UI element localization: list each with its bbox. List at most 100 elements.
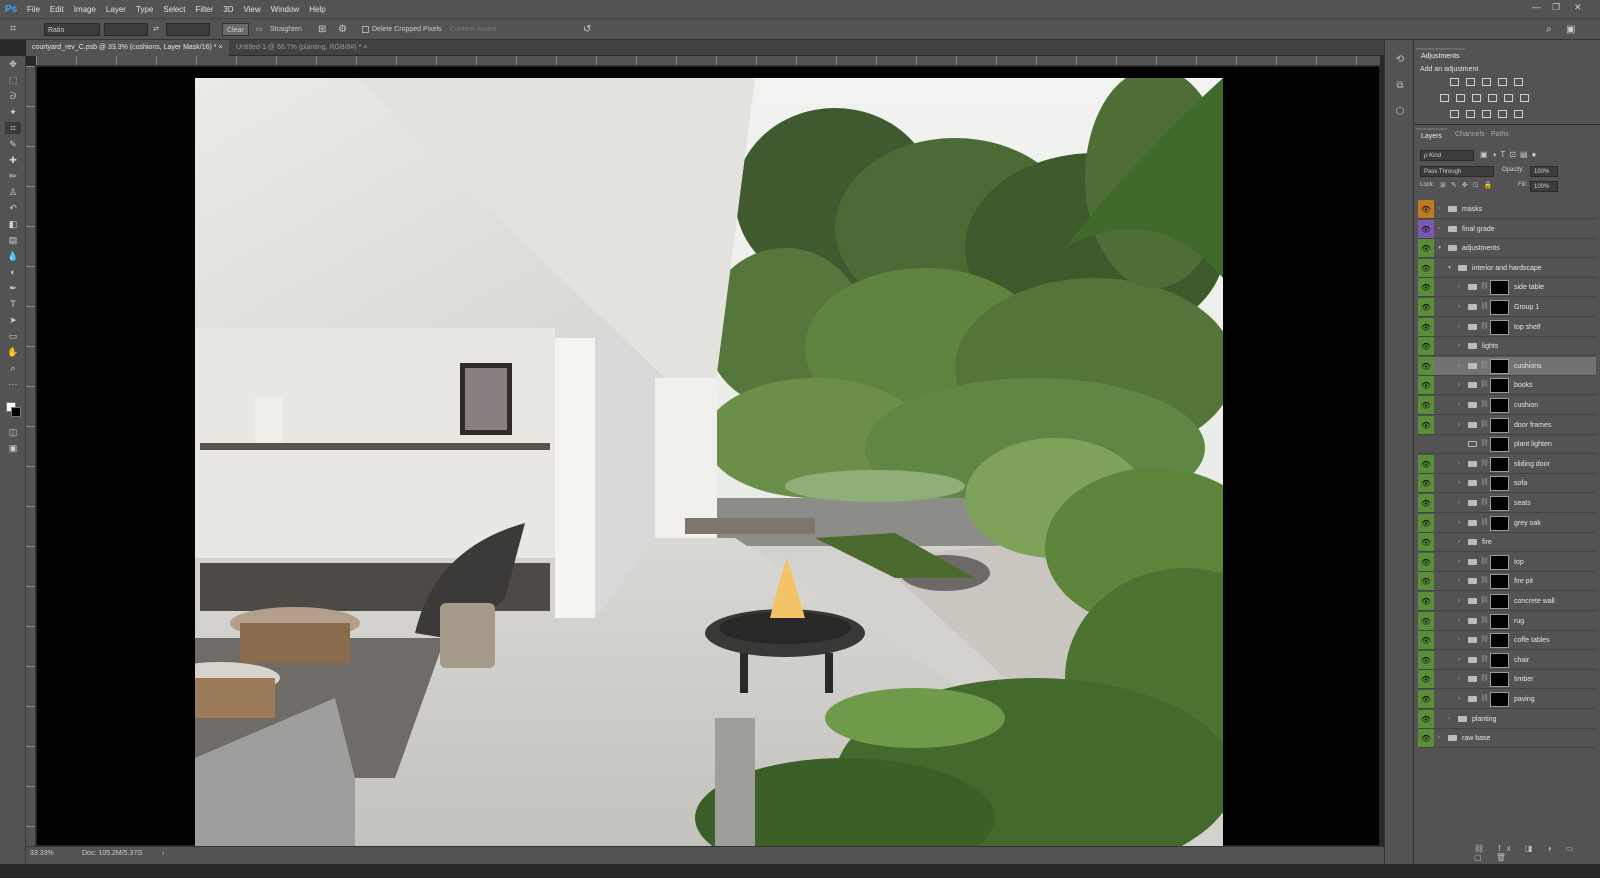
layer-row[interactable]: 👁 › ⛓ cushions: [1418, 356, 1596, 376]
zoom-level[interactable]: 33.33%: [30, 850, 54, 857]
lock-icons[interactable]: ⊠✎✥⊡🔒: [1440, 181, 1497, 189]
layer-row[interactable]: 👁 › ⛓ cushion: [1418, 396, 1596, 415]
menu-item-view[interactable]: View: [239, 5, 266, 14]
layer-mask-thumbnail[interactable]: [1490, 594, 1509, 609]
layer-row[interactable]: ⛓ plant lighten: [1418, 435, 1596, 455]
vibrance-icon[interactable]: [1514, 78, 1523, 86]
layer-row[interactable]: 👁 › ⛓ books: [1418, 376, 1596, 396]
background-color-swatch[interactable]: [11, 407, 21, 417]
link-icon[interactable]: ⛓: [1480, 655, 1489, 663]
menu-item-edit[interactable]: Edit: [45, 5, 69, 14]
visibility-eye-icon[interactable]: 👁: [1418, 611, 1434, 630]
layer-row[interactable]: 👁 › raw base: [1418, 729, 1596, 749]
height-input[interactable]: [166, 23, 210, 36]
link-icon[interactable]: ⛓: [1480, 635, 1489, 643]
menu-item-select[interactable]: Select: [158, 5, 190, 14]
eyedropper-tool-icon[interactable]: ✎: [5, 138, 21, 150]
link-icon[interactable]: ⛓: [1480, 302, 1489, 310]
layer-mask-thumbnail[interactable]: [1490, 378, 1509, 394]
layer-mask-thumbnail[interactable]: [1490, 633, 1509, 649]
stamp-tool-icon[interactable]: ♙: [5, 186, 21, 198]
hand-tool-icon[interactable]: ✋: [5, 346, 21, 358]
visibility-eye-icon[interactable]: 👁: [1418, 631, 1434, 650]
expand-arrow-icon[interactable]: ›: [1438, 200, 1440, 219]
visibility-eye-icon[interactable]: 👁: [1418, 650, 1434, 669]
layer-row[interactable]: 👁 › fire: [1418, 533, 1596, 553]
menu-item-type[interactable]: Type: [131, 5, 158, 14]
dodge-tool-icon[interactable]: ◐: [5, 266, 21, 278]
visibility-eye-icon[interactable]: 👁: [1418, 454, 1434, 473]
eraser-tool-icon[interactable]: ◧: [5, 218, 21, 230]
layer-row[interactable]: 👁 › ⛓ seats: [1418, 494, 1596, 513]
layer-row[interactable]: 👁 › ⛓ top shelf: [1418, 317, 1596, 337]
crop-tool-icon[interactable]: ⌗: [10, 23, 16, 36]
expand-arrow-icon[interactable]: ›: [1458, 278, 1460, 297]
layer-row[interactable]: 👁 › ⛓ timber: [1418, 670, 1596, 690]
gradient-map-icon[interactable]: [1498, 110, 1507, 118]
tab-channels[interactable]: Channels: [1450, 128, 1490, 142]
status-arrow-icon[interactable]: ›: [162, 850, 164, 857]
link-icon[interactable]: ⛓: [1480, 361, 1489, 369]
layer-row[interactable]: 👁 ▾ interior and hardscape: [1418, 258, 1596, 278]
layer-kind-filter[interactable]: ρ Kind: [1420, 150, 1474, 161]
expand-arrow-icon[interactable]: ▾: [1448, 259, 1451, 278]
link-icon[interactable]: ⛓: [1480, 420, 1489, 428]
expand-arrow-icon[interactable]: ›: [1458, 494, 1460, 513]
menu-item-3d[interactable]: 3D: [218, 5, 238, 14]
expand-arrow-icon[interactable]: ›: [1458, 612, 1460, 631]
layer-row[interactable]: 👁 › ⛓ grey oak: [1418, 513, 1596, 533]
layer-mask-thumbnail[interactable]: [1490, 437, 1509, 453]
hue-sat-icon[interactable]: [1440, 94, 1449, 102]
photo-filter-icon[interactable]: [1488, 94, 1497, 102]
close-button[interactable]: ✕: [1574, 2, 1582, 13]
expand-arrow-icon[interactable]: ›: [1458, 337, 1460, 356]
settings-gear-icon[interactable]: ⚙: [338, 23, 347, 36]
visibility-eye-icon[interactable]: 👁: [1418, 200, 1434, 218]
layer-mask-thumbnail[interactable]: [1490, 692, 1509, 707]
curves-icon[interactable]: [1482, 78, 1491, 86]
visibility-eye-icon[interactable]: 👁: [1418, 258, 1434, 277]
lasso-tool-icon[interactable]: ᘐ: [5, 90, 21, 102]
close-icon[interactable]: ×: [363, 44, 367, 51]
delete-cropped-checkbox[interactable]: [362, 26, 369, 33]
expand-arrow-icon[interactable]: ▾: [1438, 239, 1441, 258]
layer-mask-thumbnail[interactable]: [1490, 280, 1509, 296]
visibility-eye-icon[interactable]: 👁: [1418, 239, 1434, 258]
close-icon[interactable]: ×: [218, 44, 222, 51]
color-lookup-icon[interactable]: [1520, 94, 1529, 102]
expand-arrow-icon[interactable]: ›: [1458, 592, 1460, 611]
expand-arrow-icon[interactable]: ›: [1458, 396, 1460, 415]
expand-arrow-icon[interactable]: ›: [1458, 670, 1460, 689]
layer-row[interactable]: 👁 › ⛓ side table: [1418, 278, 1596, 298]
expand-arrow-icon[interactable]: ›: [1448, 710, 1450, 729]
crop-tool-icon[interactable]: ⌗: [5, 122, 21, 134]
visibility-eye-icon[interactable]: 👁: [1418, 690, 1434, 708]
clear-button[interactable]: Clear: [222, 23, 249, 36]
visibility-eye-icon[interactable]: 👁: [1418, 317, 1434, 336]
link-icon[interactable]: ⛓: [1480, 459, 1489, 467]
visibility-eye-icon[interactable]: 👁: [1418, 709, 1434, 728]
visibility-eye-icon[interactable]: 👁: [1418, 337, 1434, 356]
width-input[interactable]: [104, 23, 148, 36]
menu-item-layer[interactable]: Layer: [101, 5, 131, 14]
visibility-eye-icon[interactable]: 👁: [1418, 298, 1434, 316]
layer-row[interactable]: 👁 ▾ adjustments: [1418, 239, 1596, 259]
link-icon[interactable]: ⛓: [1480, 674, 1489, 682]
layer-row[interactable]: 👁 › ⛓ chair: [1418, 650, 1596, 670]
link-icon[interactable]: ⛓: [1480, 616, 1489, 624]
healing-tool-icon[interactable]: ✚: [5, 154, 21, 166]
expand-arrow-icon[interactable]: ›: [1438, 220, 1440, 239]
straighten-icon[interactable]: ▭: [256, 23, 263, 36]
link-icon[interactable]: ⛓: [1480, 694, 1489, 702]
layer-row[interactable]: 👁 › ⛓ coffe tables: [1418, 631, 1596, 651]
minimize-button[interactable]: —: [1532, 2, 1541, 12]
tab-layers[interactable]: Layers: [1416, 128, 1448, 142]
layer-mask-thumbnail[interactable]: [1490, 672, 1509, 688]
expand-arrow-icon[interactable]: ›: [1458, 572, 1460, 591]
path-select-tool-icon[interactable]: ➤: [5, 314, 21, 326]
document-image[interactable]: [195, 78, 1223, 850]
tab-courtyard[interactable]: courtyard_rev_C.psb @ 33.3% (cushions, L…: [26, 40, 229, 56]
link-icon[interactable]: ⛓: [1480, 380, 1489, 388]
layer-row[interactable]: 👁 › ⛓ sofa: [1418, 474, 1596, 494]
menu-item-window[interactable]: Window: [266, 5, 304, 14]
